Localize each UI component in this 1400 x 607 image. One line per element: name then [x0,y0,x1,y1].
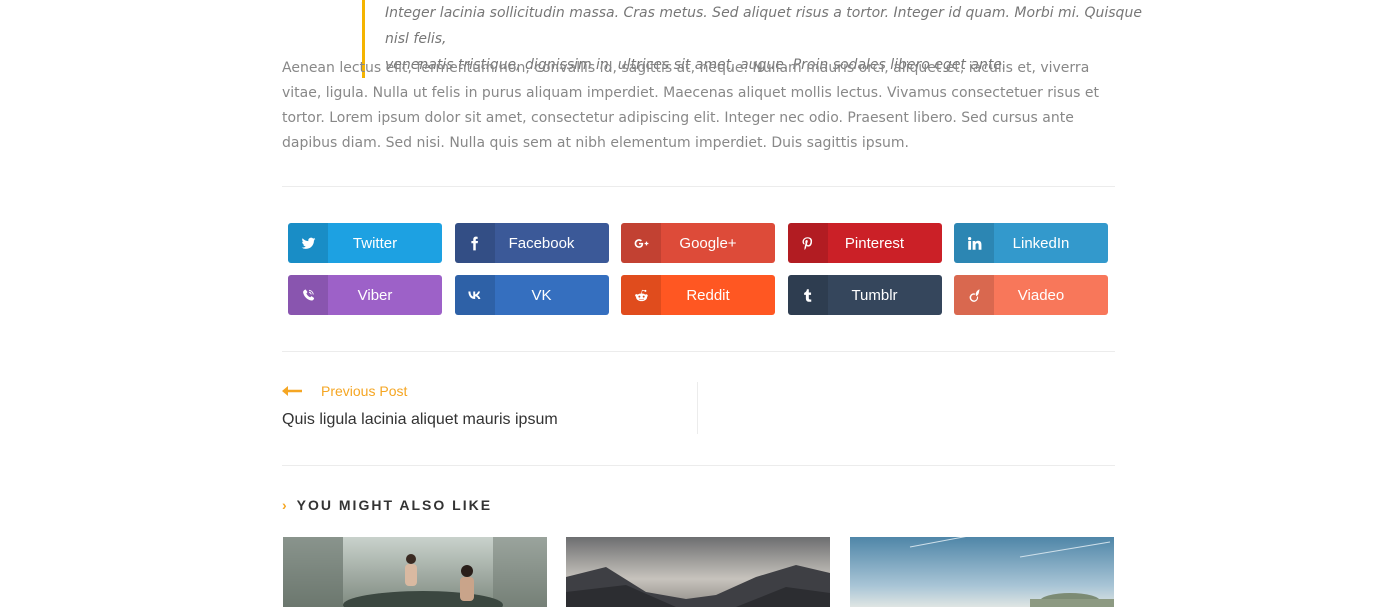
share-pinterest-label: Pinterest [844,234,905,252]
share-viadeo-button[interactable]: Viadeo [954,275,1108,315]
google-plus-icon [621,223,661,263]
share-tumblr-label: Tumblr [851,286,898,304]
forest-couple-image [283,537,547,607]
share-vk-label: VK [531,286,552,304]
mountain-valley-image [566,537,830,607]
share-linkedin-button[interactable]: LinkedIn [954,223,1108,263]
vk-icon [454,275,495,315]
divider [282,351,1115,352]
share-tumblr-button[interactable]: Tumblr [787,275,942,315]
share-reddit-button[interactable]: Reddit [621,275,775,315]
viber-icon [288,275,328,315]
arrow-left-icon [282,386,302,396]
share-viber-button[interactable]: Viber [288,275,442,315]
reddit-icon [621,275,661,315]
post-paragraph: Aenean lectus elit, fermentum non, conva… [282,60,1099,151]
share-linkedin-label: LinkedIn [1012,234,1070,252]
previous-post-label: Previous Post [321,383,408,399]
page: Integer lacinia sollicitudin massa. Cras… [0,0,1400,607]
share-twitter-button[interactable]: Twitter [288,223,442,263]
divider [282,186,1115,187]
share-viber-label: Viber [357,286,393,304]
related-posts-title: YOU MIGHT ALSO LIKE [296,497,493,513]
share-reddit-label: Reddit [686,286,730,304]
related-post-thumbnail[interactable] [283,537,547,607]
related-post-thumbnail[interactable] [566,537,830,607]
previous-post-link[interactable]: Previous Post [282,383,407,399]
post-nav-separator [697,382,698,434]
blue-sky-landscape-image [850,537,1114,607]
share-google-plus-label: Google+ [679,234,737,252]
divider [282,465,1115,466]
share-twitter-label: Twitter [352,234,398,252]
pinterest-icon [787,223,828,263]
twitter-icon [288,223,328,263]
share-viadeo-label: Viadeo [1017,286,1065,304]
share-facebook-button[interactable]: Facebook [454,223,609,263]
share-vk-button[interactable]: VK [454,275,609,315]
share-pinterest-button[interactable]: Pinterest [787,223,942,263]
viadeo-icon [954,275,994,315]
facebook-icon [454,223,495,263]
share-google-plus-button[interactable]: Google+ [621,223,775,263]
post-navigation: Previous Post Quis ligula lacinia alique… [282,380,1115,436]
tumblr-icon [787,275,828,315]
blockquote-line-1: Integer lacinia sollicitudin massa. Cras… [385,5,1142,47]
previous-post-title[interactable]: Quis ligula lacinia aliquet mauris ipsum [282,411,558,429]
social-share-buttons: Twitter Facebook Google+ Pinterest Linke… [288,223,1108,315]
share-facebook-label: Facebook [508,234,575,252]
chevron-right-icon: › [282,497,289,513]
related-post-thumbnail[interactable] [850,537,1114,607]
linkedin-icon [954,223,994,263]
related-posts-heading: › YOU MIGHT ALSO LIKE [282,497,492,513]
